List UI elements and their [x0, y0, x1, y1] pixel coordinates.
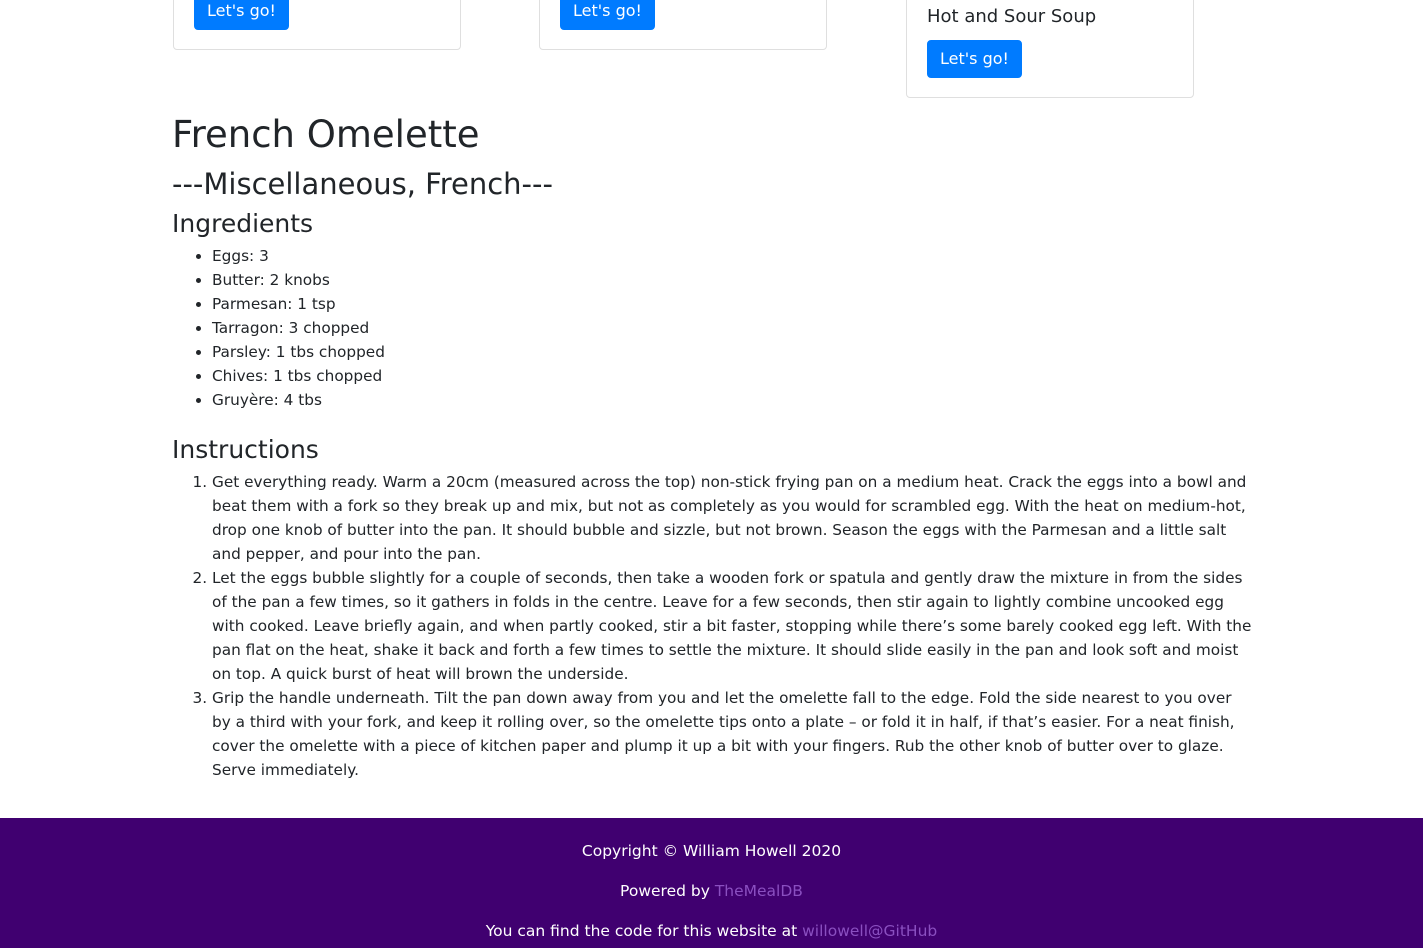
recipe-title: French Omelette	[172, 113, 480, 156]
lets-go-button-2[interactable]: Let's go!	[560, 0, 655, 30]
ingredient-item: Parmesan: 1 tsp	[212, 292, 1252, 316]
site-footer: Copyright © William Howell 2020 Powered …	[0, 818, 1423, 948]
themealdb-link[interactable]: TheMealDB	[715, 882, 803, 900]
recipe-category: ---Miscellaneous, French---	[172, 167, 553, 201]
source-code-line: You can find the code for this website a…	[0, 919, 1423, 943]
powered-by-label: Powered by	[620, 882, 715, 900]
ingredients-list: Eggs: 3 Butter: 2 knobs Parmesan: 1 tsp …	[172, 244, 1252, 412]
instruction-step: Let the eggs bubble slightly for a coupl…	[212, 566, 1252, 686]
instructions-heading: Instructions	[172, 435, 319, 464]
ingredient-item: Butter: 2 knobs	[212, 268, 1252, 292]
powered-by-line: Powered by TheMealDB	[0, 879, 1423, 903]
lets-go-button-3[interactable]: Let's go!	[927, 40, 1022, 78]
recipe-card-1: Let's go!	[173, 0, 461, 50]
ingredients-heading: Ingredients	[172, 209, 314, 238]
instructions-list: Get everything ready. Warm a 20cm (measu…	[172, 470, 1252, 782]
copyright-text: Copyright © William Howell 2020	[581, 842, 842, 860]
instruction-step: Grip the handle underneath. Tilt the pan…	[212, 686, 1252, 782]
source-code-label: You can find the code for this website a…	[485, 922, 803, 940]
ingredient-item: Eggs: 3	[212, 244, 1252, 268]
ingredient-item: Gruyère: 4 tbs	[212, 388, 1252, 412]
card-title: Hot and Sour Soup	[927, 6, 1097, 27]
ingredient-item: Tarragon: 3 chopped	[212, 316, 1252, 340]
lets-go-button-1[interactable]: Let's go!	[194, 0, 289, 30]
ingredient-item: Parsley: 1 tbs chopped	[212, 340, 1252, 364]
github-link[interactable]: willowell@GitHub	[802, 922, 937, 940]
recipe-detail: French Omelette ---Miscellaneous, French…	[172, 110, 1252, 782]
recipe-card-3: Hot and Sour Soup Let's go!	[906, 0, 1194, 98]
recipe-card-2: Let's go!	[539, 0, 827, 50]
instruction-step: Get everything ready. Warm a 20cm (measu…	[212, 470, 1252, 566]
ingredient-item: Chives: 1 tbs chopped	[212, 364, 1252, 388]
